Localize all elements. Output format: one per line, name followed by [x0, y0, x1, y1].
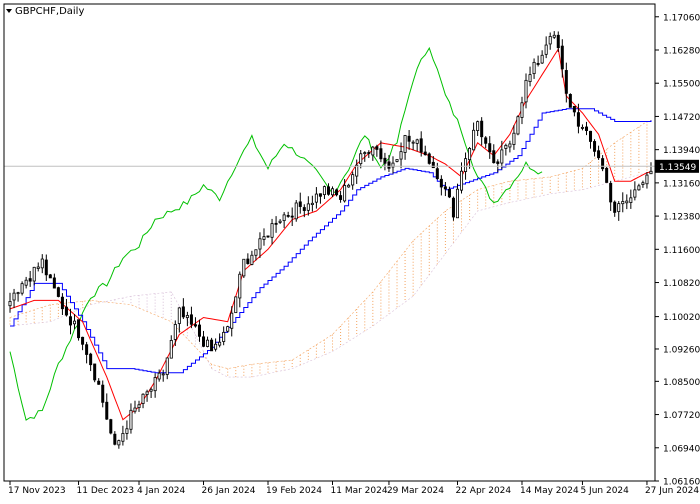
y-tick-label: 1.10020 [663, 313, 700, 323]
y-tick-label: 1.08500 [663, 378, 700, 388]
x-tick-label: 4 Jan 2024 [137, 486, 185, 496]
x-tick-label: 27 Jun 2024 [645, 486, 699, 496]
candle [516, 115, 520, 136]
y-tick-label: 1.13160 [663, 179, 700, 189]
current-price-value: 1.13549 [659, 163, 696, 173]
candle [242, 258, 246, 279]
y-tick-label: 1.15500 [663, 80, 700, 90]
candle [48, 273, 52, 279]
candle [56, 286, 60, 298]
x-tick-label: 11 Mar 2024 [331, 486, 388, 496]
candle [210, 337, 214, 352]
x-tick-label: 26 Jan 2024 [202, 486, 256, 496]
y-tick-label: 1.12380 [663, 213, 700, 223]
y-tick-label: 1.09260 [663, 345, 700, 355]
chart-area[interactable]: GBPCHF,Daily 1.17060 1.16280 1.15500 1.1472… [0, 0, 700, 500]
y-tick-label: 1.14720 [663, 113, 700, 123]
symbol-header: GBPCHF,Daily [6, 6, 84, 17]
candle [335, 188, 339, 197]
y-tick-label: 1.17060 [663, 13, 700, 23]
y-tick-label: 1.16280 [663, 46, 700, 56]
y-tick-label: 1.07720 [663, 411, 700, 421]
candle [226, 325, 230, 333]
symbol-title: GBPCHF,Daily [15, 6, 84, 17]
x-tick-label: 29 Mar 2024 [387, 486, 444, 496]
candle [427, 152, 431, 165]
chart-background [0, 0, 700, 500]
x-tick-label: 17 Nov 2023 [8, 486, 66, 496]
candle [109, 418, 113, 435]
candle [294, 200, 298, 222]
candle [20, 281, 24, 296]
y-tick-label: 1.11600 [663, 246, 700, 256]
candle [93, 363, 97, 383]
y-tick-label: 1.13940 [663, 146, 700, 156]
ichimoku-price-chart[interactable]: GBPCHF,Daily 1.17060 1.16280 1.15500 1.1472… [0, 0, 700, 500]
x-tick-label: 19 Feb 2024 [266, 486, 322, 496]
x-tick-label: 14 May 2024 [520, 486, 579, 496]
candle [451, 196, 455, 221]
candle [234, 296, 238, 314]
x-tick-label: 22 Apr 2024 [455, 486, 511, 496]
x-tick-label: 5 Jun 2024 [580, 486, 629, 496]
x-tick-label: 11 Dec 2023 [77, 486, 135, 496]
y-tick-label: 1.10820 [663, 279, 700, 289]
candle [605, 166, 609, 183]
current-price-label: 1.13549 [655, 159, 699, 173]
y-tick-label: 1.06940 [663, 444, 700, 454]
candle [568, 93, 572, 108]
candle [77, 319, 81, 341]
